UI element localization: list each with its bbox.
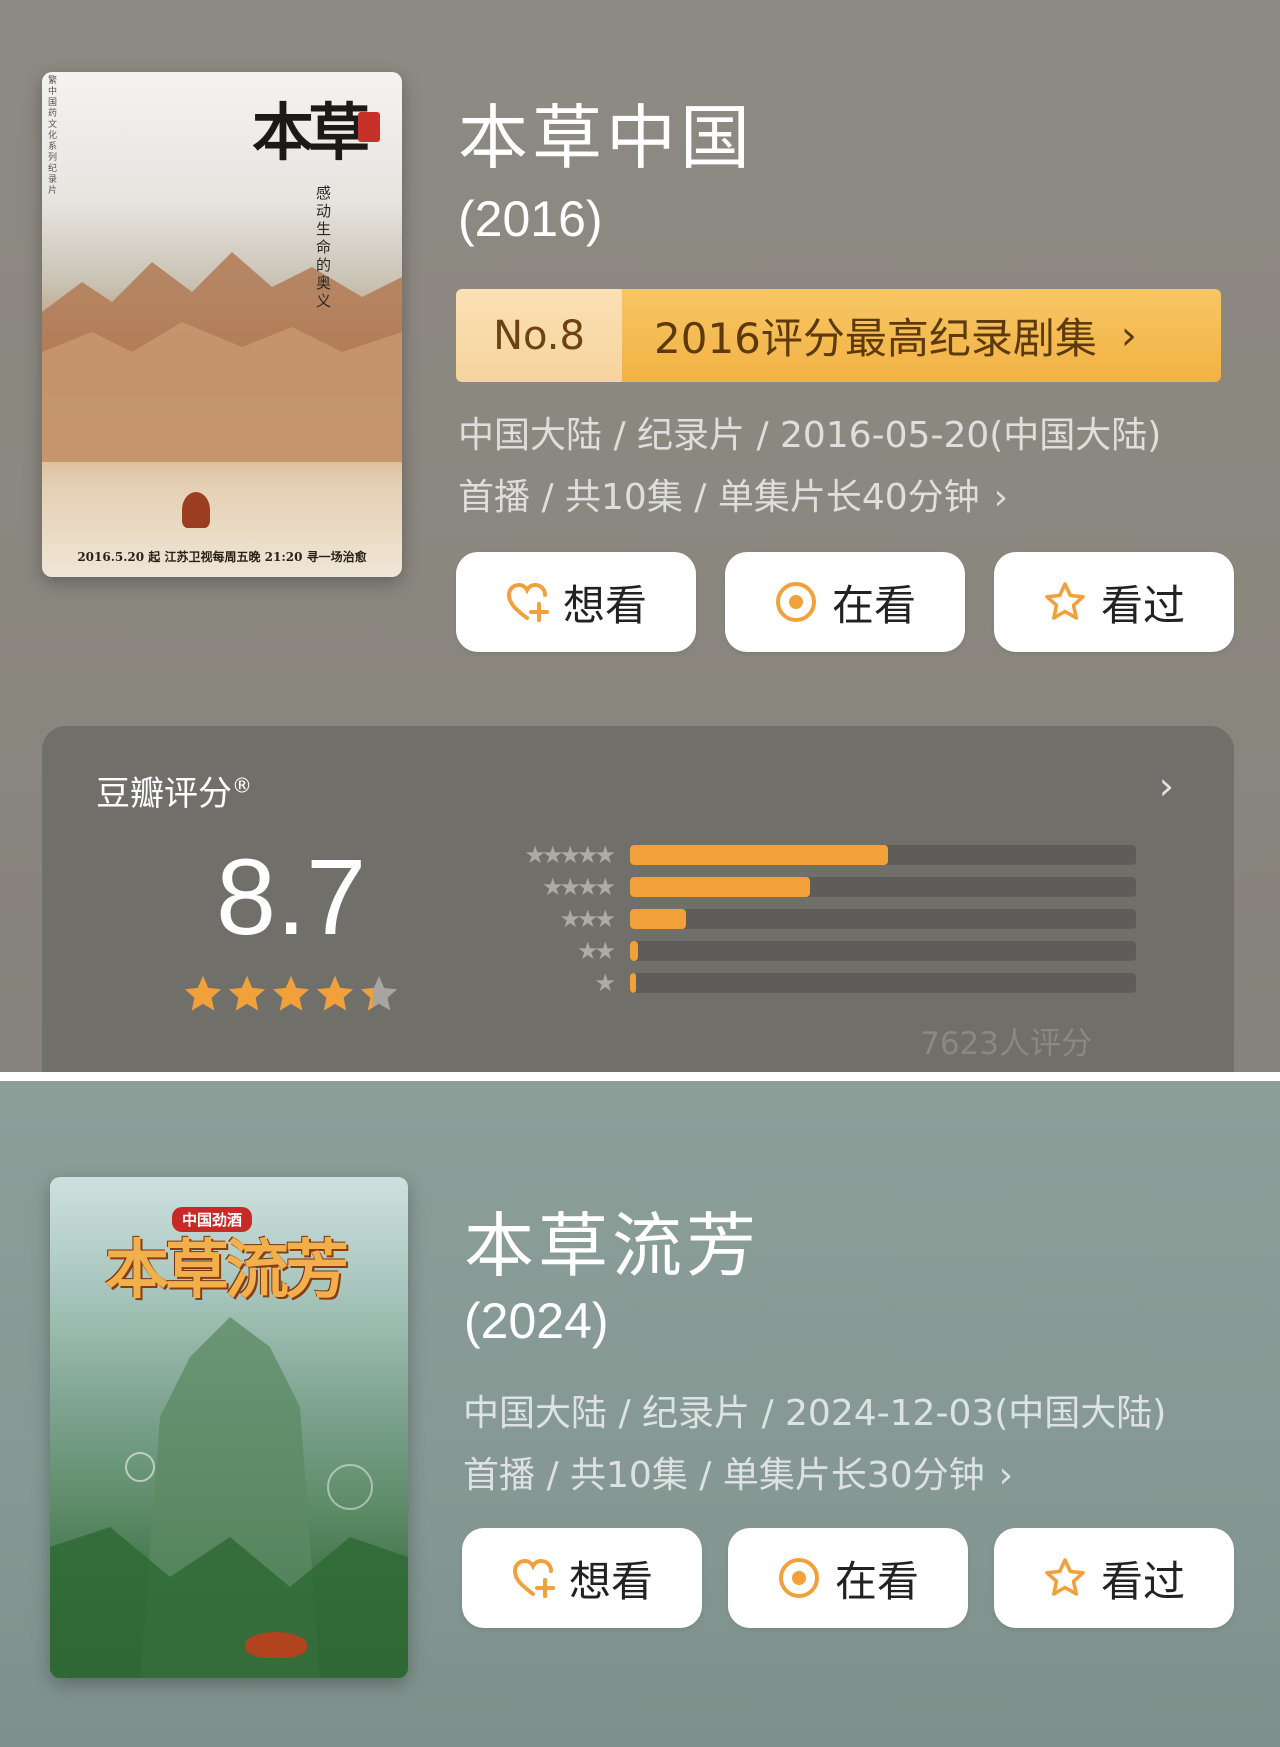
- chevron-right-icon[interactable]: ›: [1159, 764, 1174, 808]
- item-card-1: 繁中国药文化系列纪录片 本草 感动生命的奥义 2016.5.20 起 江苏卫视每…: [0, 0, 1280, 1072]
- watched-label: 看过: [1100, 1556, 1185, 1606]
- monk-figure: [182, 492, 210, 528]
- watching-label: 在看: [831, 580, 916, 630]
- rank-banner[interactable]: No.8 2016评分最高纪录剧集 ›: [456, 289, 1221, 382]
- rating-source-text: 豆瓣评分: [96, 774, 232, 814]
- meta-line: 首播 / 共10集 / 单集片长30分钟 ›: [463, 1445, 1166, 1507]
- page-title: 本草中国: [458, 99, 754, 177]
- distribution-stars: ★★: [576, 937, 616, 965]
- release-year: (2024): [464, 1293, 609, 1349]
- meta-info[interactable]: 中国大陆 / 纪录片 / 2016-05-20(中国大陆) 首播 / 共10集 …: [458, 405, 1161, 529]
- watched-button[interactable]: 看过: [994, 552, 1234, 652]
- release-year: (2016): [458, 191, 603, 247]
- poster-mountain-art: [50, 1317, 408, 1678]
- poster-title-art: 本草: [251, 96, 370, 169]
- distribution-bar-track: [630, 877, 1136, 897]
- watching-button[interactable]: 在看: [728, 1528, 968, 1628]
- distribution-row: ★: [442, 969, 1136, 997]
- distribution-row: ★★★★: [442, 873, 1136, 901]
- chevron-right-icon: ›: [1120, 312, 1137, 359]
- distribution-bar-track: [630, 845, 1136, 865]
- star-outline-icon: [1045, 1558, 1085, 1596]
- rating-star-icon: [229, 976, 265, 1011]
- distribution-stars: ★: [594, 969, 616, 997]
- meta-line-text: 首播 / 共10集 / 单集片长30分钟: [463, 1455, 985, 1496]
- rating-star-icon: [361, 976, 397, 1011]
- rank-text: 2016评分最高纪录剧集: [654, 314, 1097, 363]
- chevron-right-icon: ›: [993, 477, 1009, 518]
- target-icon: [775, 582, 816, 622]
- rating-star-icon: [273, 976, 309, 1011]
- rating-source-label: 豆瓣评分®: [96, 766, 252, 815]
- rating-star-icon: [317, 976, 353, 1011]
- distribution-bar-fill: [630, 877, 810, 897]
- distribution-bar-fill: [630, 909, 686, 929]
- distribution-row: ★★: [442, 937, 1136, 965]
- meta-line-text: 首播 / 共10集 / 单集片长40分钟: [458, 477, 980, 518]
- poster-bottom-text: 2016.5.20 起 江苏卫视每周五晚 21:20 寻一场治愈: [77, 550, 367, 564]
- watching-button[interactable]: 在看: [725, 552, 965, 652]
- meta-line: 中国大陆 / 纪录片 / 2024-12-03(中国大陆): [463, 1393, 1167, 1434]
- distribution-bar-track: [630, 941, 1136, 961]
- page-title: 本草流芳: [464, 1207, 760, 1285]
- mushroom-figure: [245, 1632, 307, 1658]
- distribution-stars: ★★★★: [541, 873, 616, 901]
- poster-title-art: 本草流芳: [105, 1233, 349, 1308]
- item-card-2: 中国劲酒 本草流芳 本草流芳 (2024) 中国大陆 / 纪录片 / 2024-…: [0, 1081, 1280, 1747]
- seal-icon: [358, 112, 380, 142]
- distribution-bar-fill: [630, 941, 638, 961]
- meta-info[interactable]: 中国大陆 / 纪录片 / 2024-12-03(中国大陆) 首播 / 共10集 …: [463, 1383, 1166, 1507]
- distribution-bar-track: [630, 909, 1136, 929]
- distribution-bar-fill: [630, 845, 889, 865]
- score-stars: [182, 974, 400, 1016]
- divider: [0, 1072, 1280, 1081]
- rating-star-icon: [185, 976, 221, 1011]
- chevron-right-icon: ›: [998, 1455, 1014, 1496]
- poster-tagline: 感动生命的奥义: [316, 184, 332, 310]
- distribution-bar-fill: [630, 973, 637, 993]
- distribution-bar-track: [630, 973, 1136, 993]
- heart-plus-icon: [512, 1558, 555, 1598]
- distribution-row: ★★★: [442, 905, 1136, 933]
- meta-line: 中国大陆 / 纪录片 / 2016-05-20(中国大陆): [458, 415, 1162, 456]
- watched-button[interactable]: 看过: [994, 1528, 1234, 1628]
- rating-score: 8.7: [216, 836, 367, 957]
- want-to-watch-button[interactable]: 想看: [462, 1528, 702, 1628]
- rank-number: No.8: [456, 289, 622, 382]
- target-icon: [778, 1558, 819, 1598]
- distribution-stars: ★★★★★: [524, 841, 616, 869]
- poster-image[interactable]: 繁中国药文化系列纪录片 本草 感动生命的奥义 2016.5.20 起 江苏卫视每…: [42, 72, 402, 577]
- poster-image[interactable]: 中国劲酒 本草流芳: [50, 1177, 408, 1678]
- distribution-row: ★★★★★: [442, 841, 1136, 869]
- poster-side-text: 繁中国药文化系列纪录片: [48, 76, 58, 196]
- rank-label: 2016评分最高纪录剧集 ›: [622, 289, 1221, 382]
- want-to-watch-button[interactable]: 想看: [456, 552, 696, 652]
- want-to-watch-label: 想看: [562, 580, 647, 630]
- heart-plus-icon: [506, 582, 549, 622]
- rater-count: 7623人评分: [920, 1026, 1092, 1062]
- watching-label: 在看: [834, 1556, 919, 1606]
- meta-line: 首播 / 共10集 / 单集片长40分钟 ›: [458, 467, 1161, 529]
- distribution-stars: ★★★: [559, 905, 616, 933]
- star-outline-icon: [1045, 582, 1085, 620]
- watched-label: 看过: [1100, 580, 1185, 630]
- registered-mark: ®: [232, 773, 252, 798]
- rating-card[interactable]: 豆瓣评分® › 8.7 ★★★★★ ★★★★ ★★★ ★★ ★ 7623人评分: [42, 726, 1234, 1072]
- want-to-watch-label: 想看: [568, 1556, 653, 1606]
- poster-mountain-art: [42, 252, 402, 462]
